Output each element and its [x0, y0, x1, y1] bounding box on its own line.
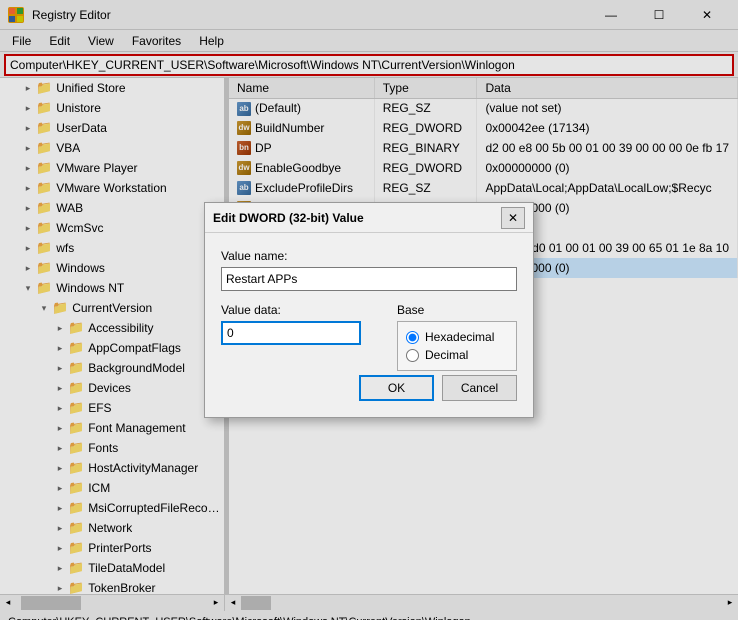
- decimal-radio[interactable]: [406, 349, 419, 362]
- hexadecimal-radio[interactable]: [406, 331, 419, 344]
- cancel-button[interactable]: Cancel: [442, 375, 517, 401]
- modal-data-row: Value data: Base Hexadecimal: [221, 303, 517, 371]
- decimal-label: Decimal: [425, 348, 468, 362]
- value-name-input[interactable]: [221, 267, 517, 291]
- ok-button[interactable]: OK: [359, 375, 434, 401]
- base-label: Base: [397, 303, 517, 317]
- edit-dword-dialog: Edit DWORD (32-bit) Value ✕ Value name: …: [204, 202, 534, 418]
- modal-title: Edit DWORD (32-bit) Value: [213, 211, 364, 225]
- modal-data-section: Value data:: [221, 303, 381, 345]
- app-window: Registry Editor — ☐ ✕ FileEditViewFavori…: [0, 0, 738, 620]
- hexadecimal-option[interactable]: Hexadecimal: [406, 330, 508, 344]
- decimal-option[interactable]: Decimal: [406, 348, 508, 362]
- modal-overlay: Edit DWORD (32-bit) Value ✕ Value name: …: [0, 0, 738, 620]
- value-data-input[interactable]: [221, 321, 361, 345]
- base-options-box: Hexadecimal Decimal: [397, 321, 517, 371]
- modal-body: Value name: Value data: Base Hexadecimal: [205, 233, 533, 417]
- modal-title-bar: Edit DWORD (32-bit) Value ✕: [205, 203, 533, 233]
- value-data-label: Value data:: [221, 303, 381, 317]
- modal-base-section: Base Hexadecimal Decimal: [397, 303, 517, 371]
- modal-close-button[interactable]: ✕: [501, 207, 525, 229]
- value-name-label: Value name:: [221, 249, 517, 263]
- modal-buttons: OK Cancel: [221, 371, 517, 401]
- hexadecimal-label: Hexadecimal: [425, 330, 494, 344]
